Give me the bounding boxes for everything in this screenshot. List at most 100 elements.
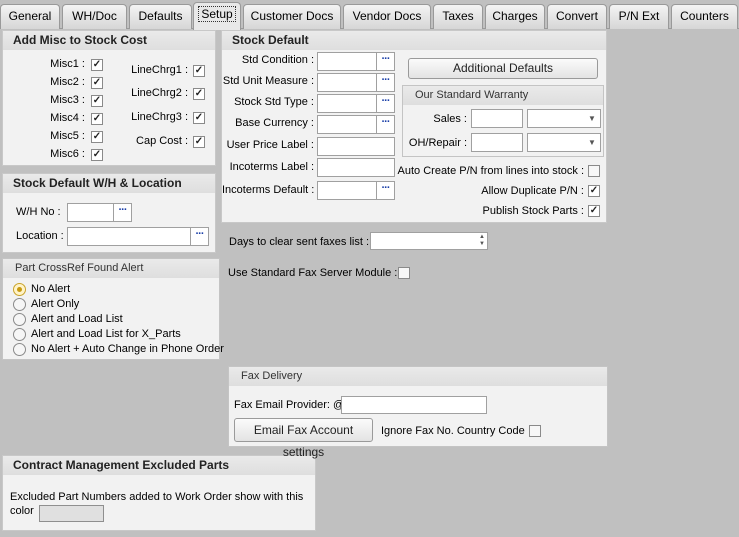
base-currency-ellipsis-button[interactable]: ··· xyxy=(377,115,395,134)
std-unit-ellipsis-button[interactable]: ··· xyxy=(377,73,395,92)
sales-unit-combo[interactable]: ▼ xyxy=(527,109,601,128)
radio-alert-load-xparts[interactable] xyxy=(13,328,26,341)
std-condition-ellipsis-button[interactable]: ··· xyxy=(377,52,395,71)
tab-vendor-docs[interactable]: Vendor Docs xyxy=(343,4,431,29)
stock-type-ellipsis-button[interactable]: ··· xyxy=(377,94,395,113)
linechrg1-checkbox[interactable]: ✓ xyxy=(193,65,205,77)
add-misc-title: Add Misc to Stock Cost xyxy=(3,31,215,50)
ignore-country-checkbox[interactable] xyxy=(529,425,541,437)
fax-delivery-group: Fax Delivery Fax Email Provider: @ Email… xyxy=(228,366,608,459)
std-condition-input[interactable] xyxy=(317,52,377,71)
fax-email-provider-label: Fax Email Provider: @ xyxy=(234,399,345,411)
allow-dup-label: Allow Duplicate P/N : xyxy=(481,185,584,197)
days-clear-label: Days to clear sent faxes list : xyxy=(229,236,369,248)
std-condition-label: Std Condition : xyxy=(241,54,314,66)
spinner-up-icon[interactable]: ▲ xyxy=(479,234,485,241)
misc5-label: Misc5 : xyxy=(50,130,85,142)
tab-setup-label: Setup xyxy=(198,6,236,22)
wh-no-ellipsis-button[interactable]: ··· xyxy=(114,203,132,222)
linechrg3-checkbox[interactable]: ✓ xyxy=(193,112,205,124)
misc1-checkbox[interactable]: ✓ xyxy=(91,59,103,71)
days-clear-spinner[interactable]: ▲ ▼ xyxy=(370,232,488,250)
tab-convert[interactable]: Convert xyxy=(547,4,607,29)
stock-type-label: Stock Std Type : xyxy=(234,96,314,108)
spinner-down-icon[interactable]: ▼ xyxy=(479,241,485,248)
contract-title: Contract Management Excluded Parts xyxy=(3,456,315,475)
tab-taxes[interactable]: Taxes xyxy=(433,4,483,29)
radio-alert-load-xparts-label: Alert and Load List for X_Parts xyxy=(31,328,181,340)
std-unit-input[interactable] xyxy=(317,73,377,92)
publish-checkbox[interactable]: ✓ xyxy=(588,205,600,217)
oh-repair-input[interactable] xyxy=(471,133,523,152)
location-input[interactable] xyxy=(67,227,191,246)
base-currency-input[interactable] xyxy=(317,115,377,134)
misc6-checkbox[interactable]: ✓ xyxy=(91,149,103,161)
misc5-checkbox[interactable]: ✓ xyxy=(91,131,103,143)
wh-no-label: W/H No : xyxy=(16,206,61,218)
ignore-country-label: Ignore Fax No. Country Code xyxy=(381,425,525,437)
misc3-label: Misc3 : xyxy=(50,94,85,106)
auto-create-label: Auto Create P/N from lines into stock : xyxy=(397,165,584,177)
radio-no-alert-auto-change-label: No Alert + Auto Change in Phone Order xyxy=(31,343,224,355)
location-ellipsis-button[interactable]: ··· xyxy=(191,227,209,246)
radio-no-alert[interactable] xyxy=(13,283,26,296)
tab-bar: General WH/Doc Defaults Setup Customer D… xyxy=(0,0,739,30)
std-fax-checkbox[interactable] xyxy=(398,267,410,279)
std-unit-label: Std Unit Measure : xyxy=(222,75,314,87)
tab-pn-ext[interactable]: P/N Ext xyxy=(609,4,669,29)
incoterms-default-label: Incoterms Default : xyxy=(222,184,315,196)
stock-default-panel: Stock Default Std Condition : ··· Std Un… xyxy=(221,30,607,223)
fax-email-provider-input[interactable] xyxy=(341,396,487,414)
user-price-input[interactable] xyxy=(317,137,395,156)
radio-no-alert-label: No Alert xyxy=(31,283,71,295)
oh-repair-unit-combo[interactable]: ▼ xyxy=(527,133,601,152)
oh-repair-label: OH/Repair : xyxy=(408,137,467,149)
fax-delivery-title: Fax Delivery xyxy=(229,367,607,386)
misc2-checkbox[interactable]: ✓ xyxy=(91,77,103,89)
additional-defaults-button[interactable]: Additional Defaults xyxy=(408,58,598,79)
radio-alert-load-list[interactable] xyxy=(13,313,26,326)
incoterms-default-input[interactable] xyxy=(317,181,377,200)
publish-label: Publish Stock Parts : xyxy=(482,205,585,217)
spinner-arrows-icon[interactable]: ▲ ▼ xyxy=(479,234,485,248)
dropdown-arrow-icon: ▼ xyxy=(588,114,596,123)
tab-customer-docs[interactable]: Customer Docs xyxy=(243,4,341,29)
crossref-group: Part CrossRef Found Alert No Alert Alert… xyxy=(2,258,224,360)
misc4-label: Misc4 : xyxy=(50,112,85,124)
incoterms-label-label: Incoterms Label : xyxy=(229,161,314,173)
radio-alert-load-list-label: Alert and Load List xyxy=(31,313,123,325)
tab-charges[interactable]: Charges xyxy=(485,4,545,29)
base-currency-label: Base Currency : xyxy=(235,117,314,129)
warranty-title: Our Standard Warranty xyxy=(403,86,603,105)
tab-general[interactable]: General xyxy=(0,4,60,29)
linechrg2-checkbox[interactable]: ✓ xyxy=(193,88,205,100)
contract-color-swatch[interactable] xyxy=(39,505,104,522)
misc4-checkbox[interactable]: ✓ xyxy=(91,113,103,125)
wh-no-input[interactable] xyxy=(67,203,114,222)
radio-alert-only-label: Alert Only xyxy=(31,298,80,310)
cap-cost-label: Cap Cost : xyxy=(136,135,188,147)
contract-color-label: color xyxy=(10,505,34,517)
radio-alert-only[interactable] xyxy=(13,298,26,311)
radio-no-alert-auto-change[interactable] xyxy=(13,343,26,356)
misc6-label: Misc6 : xyxy=(50,148,85,160)
stock-wh-title: Stock Default W/H & Location xyxy=(3,174,215,193)
tab-defaults[interactable]: Defaults xyxy=(129,4,192,29)
incoterms-label-input[interactable] xyxy=(317,158,395,177)
allow-dup-checkbox[interactable]: ✓ xyxy=(588,185,600,197)
email-fax-settings-button[interactable]: Email Fax Account settings xyxy=(234,418,373,459)
stock-type-input[interactable] xyxy=(317,94,377,113)
contract-text: Excluded Part Numbers added to Work Orde… xyxy=(10,491,304,503)
sales-input[interactable] xyxy=(471,109,523,128)
sales-label: Sales : xyxy=(433,113,467,125)
warranty-group: Our Standard Warranty Sales : ▼ OH/Repai… xyxy=(402,85,604,157)
tab-wh-doc[interactable]: WH/Doc xyxy=(62,4,127,29)
tab-counters[interactable]: Counters xyxy=(671,4,738,29)
crossref-title: Part CrossRef Found Alert xyxy=(3,259,219,278)
location-label: Location : xyxy=(16,230,64,242)
tab-setup[interactable]: Setup xyxy=(193,2,241,30)
misc2-label: Misc2 : xyxy=(50,76,85,88)
cap-cost-checkbox[interactable]: ✓ xyxy=(193,136,205,148)
misc3-checkbox[interactable]: ✓ xyxy=(91,95,103,107)
auto-create-checkbox[interactable] xyxy=(588,165,600,177)
